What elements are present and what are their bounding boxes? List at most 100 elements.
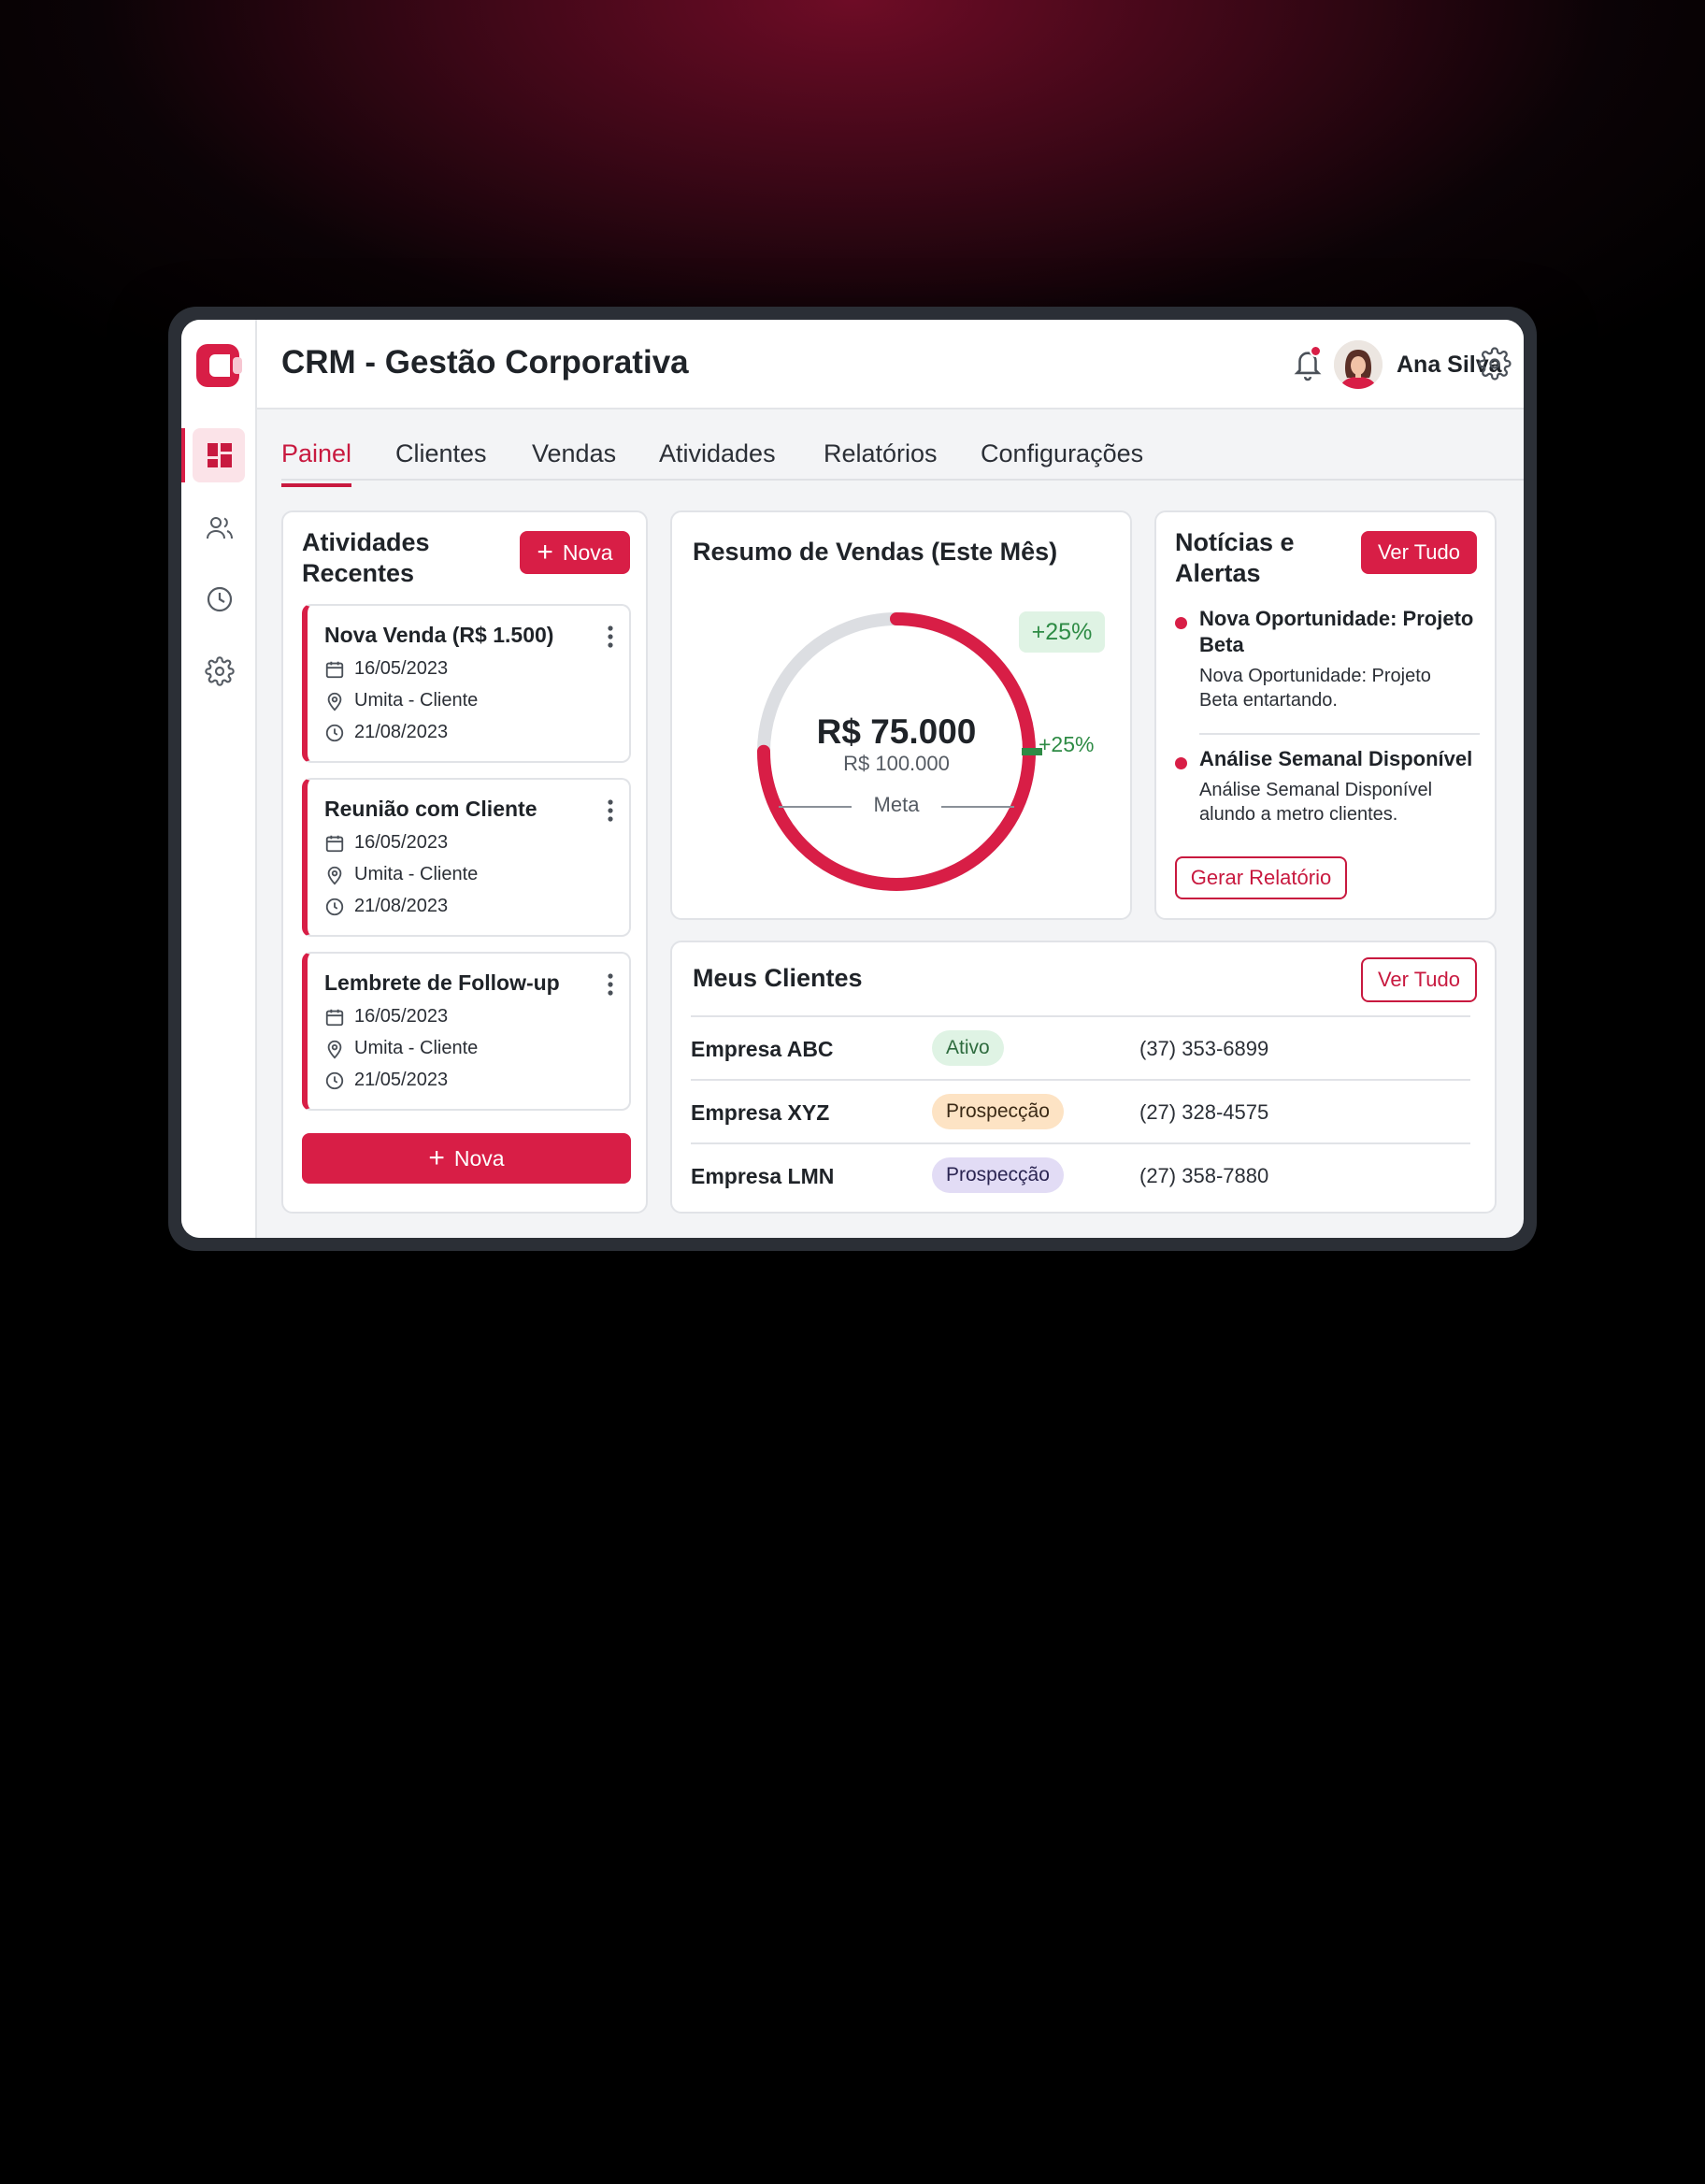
new-activity-label: Nova [562, 539, 613, 565]
activities-title: Atividades Recentes [302, 528, 430, 587]
users-icon [206, 517, 233, 539]
news-item-body: Nova Oportunidade: Projeto Beta entartan… [1199, 666, 1431, 711]
goal-label: Meta [873, 793, 920, 816]
tab-atividades[interactable]: Atividades [659, 439, 776, 483]
calendar-icon [325, 661, 344, 678]
activity-title: Lembrete de Follow-up [324, 970, 560, 995]
calendar-icon [325, 1009, 344, 1026]
news-title: Notícias e Alertas [1175, 528, 1295, 587]
top-header: CRM - Gestão Corporativa Ana Silva [257, 320, 1524, 410]
tab-painel[interactable]: Painel [281, 439, 352, 487]
new-activity-button[interactable]: + Nova [520, 531, 630, 574]
activity-due: 21/08/2023 [354, 722, 449, 742]
client-phone: (27) 328-4575 [1139, 1100, 1269, 1124]
bottom-new-label: Nova [453, 1145, 505, 1171]
clock-icon [325, 1071, 344, 1089]
sales-summary-title: Resumo de Vendas (Este Mês) [693, 538, 1058, 566]
activity-due: 21/08/2023 [354, 896, 449, 916]
dashboard-icon [207, 443, 232, 467]
sidebar-item-clients[interactable] [181, 501, 257, 555]
sidebar [181, 320, 257, 1238]
clock-icon [325, 898, 344, 915]
tab-relatorios[interactable]: Relatórios [824, 439, 938, 483]
sidebar-item-activities[interactable] [181, 572, 257, 626]
activity-title: Reunião com Cliente [324, 797, 537, 821]
settings-gear-icon[interactable] [1478, 347, 1512, 381]
alert-dot [1175, 617, 1187, 629]
clock-icon [325, 724, 344, 741]
client-row[interactable]: Empresa LMN Prospecção (27) 358-7880 [691, 1142, 1470, 1204]
sales-summary-card: Resumo de Vendas (Este Mês) +25% R$ 75.0… [670, 510, 1132, 920]
activity-date-row: 16/05/2023 [324, 658, 448, 680]
clients-see-all-button[interactable]: Ver Tudo [1361, 957, 1477, 1002]
activity-location-row: Umita - Cliente [324, 1038, 478, 1059]
activity-location: Umita - Cliente [354, 690, 479, 711]
client-name: Empresa XYZ [691, 1100, 830, 1125]
recent-activities-card: Atividades Recentes + Nova Nova Venda (R… [281, 510, 648, 1214]
activity-location: Umita - Cliente [354, 1038, 479, 1058]
news-see-all-button[interactable]: Ver Tudo [1361, 531, 1477, 574]
sidebar-item-dashboard[interactable] [181, 428, 257, 482]
activity-location-row: Umita - Cliente [324, 690, 478, 711]
growth-side-label: +25% [1039, 732, 1095, 756]
more-vertical-icon[interactable] [607, 972, 614, 997]
status-badge: Prospecção [932, 1094, 1064, 1129]
news-item-title[interactable]: Análise Semanal Disponível [1199, 746, 1489, 772]
avatar[interactable] [1334, 340, 1383, 389]
tab-clientes[interactable]: Clientes [395, 439, 487, 483]
activity-date: 16/05/2023 [354, 658, 449, 679]
tab-vendas[interactable]: Vendas [532, 439, 616, 483]
news-divider [1199, 733, 1480, 735]
more-vertical-icon[interactable] [607, 625, 614, 649]
app-screen: CRM - Gestão Corporativa Ana Silva Paine… [181, 320, 1524, 1238]
tab-configuracoes[interactable]: Configurações [981, 439, 1143, 483]
meta-divider-right [941, 806, 1014, 808]
main-tabs: Painel Clientes Vendas Atividades Relató… [281, 424, 1524, 487]
app-title: CRM - Gestão Corporativa [281, 344, 689, 381]
activity-due-row: 21/08/2023 [324, 896, 448, 917]
activity-date-row: 16/05/2023 [324, 832, 448, 854]
client-row[interactable]: Empresa ABC Ativo (37) 353-6899 [691, 1015, 1470, 1077]
location-pin-icon [327, 692, 342, 711]
activity-due-row: 21/05/2023 [324, 1070, 448, 1091]
activity-date-row: 16/05/2023 [324, 1006, 448, 1027]
activity-date: 16/05/2023 [354, 832, 449, 853]
activity-title: Nova Venda (R$ 1.500) [324, 623, 554, 647]
news-item-body: Análise Semanal Disponível alundo a metr… [1199, 780, 1433, 825]
plus-icon: + [537, 537, 553, 568]
sidebar-item-settings[interactable] [181, 644, 257, 698]
activity-date: 16/05/2023 [354, 1006, 449, 1027]
calendar-icon [325, 835, 344, 852]
activity-item[interactable]: Reunião com Cliente 16/05/2023 Umita - C… [302, 778, 631, 937]
client-name: Empresa ABC [691, 1037, 834, 1061]
news-item-title[interactable]: Nova Oportunidade: Projeto Beta [1199, 606, 1480, 658]
news-alerts-card: Notícias e Alertas Ver Tudo Nova Oportun… [1154, 510, 1497, 920]
client-phone: (37) 353-6899 [1139, 1037, 1269, 1060]
more-vertical-icon[interactable] [607, 798, 614, 823]
sales-value: R$ 75.000 [816, 712, 977, 751]
my-clients-card: Meus Clientes Ver Tudo Empresa ABC Ativo… [670, 941, 1497, 1214]
sales-donut-chart: R$ 75.000 R$ 100.000 Meta [747, 602, 1046, 901]
clock-icon [207, 586, 232, 612]
client-row[interactable]: Empresa XYZ Prospecção (27) 328-4575 [691, 1079, 1470, 1141]
activity-item[interactable]: Lembrete de Follow-up 16/05/2023 Umita -… [302, 952, 631, 1111]
activity-location: Umita - Cliente [354, 864, 479, 884]
client-name: Empresa LMN [691, 1164, 835, 1188]
status-badge: Ativo [932, 1030, 1004, 1066]
alert-dot [1175, 757, 1187, 769]
activity-due-row: 21/08/2023 [324, 722, 448, 743]
notification-dot [1310, 345, 1322, 357]
bottom-new-activity-button[interactable]: + Nova [302, 1133, 631, 1184]
activity-item[interactable]: Nova Venda (R$ 1.500) 16/05/2023 Umita -… [302, 604, 631, 763]
location-pin-icon [327, 866, 342, 884]
clients-title: Meus Clientes [693, 964, 863, 992]
tablet-frame: CRM - Gestão Corporativa Ana Silva Paine… [168, 307, 1537, 1251]
activity-due: 21/05/2023 [354, 1070, 449, 1090]
sales-goal: R$ 100.000 [843, 752, 950, 775]
gear-icon [204, 656, 235, 686]
app-logo [196, 344, 242, 387]
location-pin-icon [327, 1040, 342, 1058]
activity-location-row: Umita - Cliente [324, 864, 478, 885]
status-badge: Prospecção [932, 1157, 1064, 1193]
generate-report-button[interactable]: Gerar Relatório [1175, 856, 1347, 899]
